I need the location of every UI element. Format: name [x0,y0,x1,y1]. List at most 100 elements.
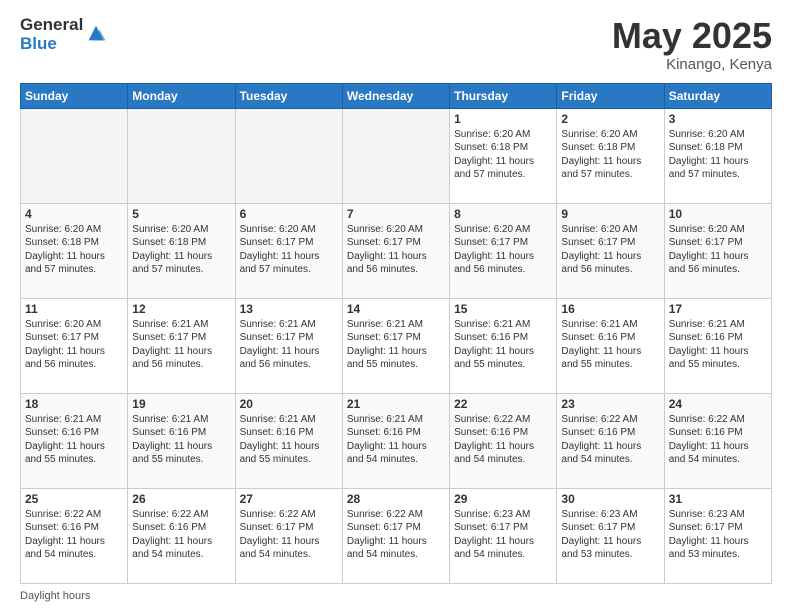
calendar-cell: 15 Sunrise: 6:21 AMSunset: 6:16 PMDayligh… [450,298,557,393]
logo-blue: Blue [20,35,83,54]
col-wednesday: Wednesday [342,83,449,108]
calendar-cell: 4 Sunrise: 6:20 AMSunset: 6:18 PMDaylight… [21,203,128,298]
calendar-cell [128,108,235,203]
day-number: 15 [454,302,552,316]
day-info: Sunrise: 6:21 AMSunset: 6:16 PMDaylight:… [561,318,659,372]
calendar-cell: 16Sunrise: 6:21 AMSunset: 6:16 PMDayligh… [557,298,664,393]
logo-general: General [20,16,83,35]
calendar-cell: 6 Sunrise: 6:20 AMSunset: 6:17 PMDaylight… [235,203,342,298]
day-number: 13 [240,302,338,316]
col-thursday: Thursday [450,83,557,108]
day-info: Sunrise: 6:20 AMSunset: 6:17 PMDaylight:… [347,223,445,277]
calendar-table: Sunday Monday Tuesday Wednesday Thursday… [20,83,772,584]
day-info: Sunrise: 6:22 AMSunset: 6:17 PMDaylight:… [240,508,338,562]
day-info: Sunrise: 6:20 AMSunset: 6:18 PMDaylight:… [561,128,659,182]
calendar-cell: 11 Sunrise: 6:20 AMSunset: 6:17 PMDayligh… [21,298,128,393]
day-number: 24 [669,397,767,411]
calendar-week-5: 25 Sunrise: 6:22 AMSunset: 6:16 PMDayligh… [21,488,772,583]
col-tuesday: Tuesday [235,83,342,108]
day-info: Sunrise: 6:20 AMSunset: 6:18 PMDaylight:… [454,128,552,182]
day-info: Sunrise: 6:21 AMSunset: 6:16 PMDaylight:… [454,318,552,372]
day-info: Sunrise: 6:21 AMSunset: 6:16 PMDaylight:… [240,413,338,467]
day-info: Sunrise: 6:21 AMSunset: 6:16 PMDaylight:… [25,413,123,467]
day-number: 7 [347,207,445,221]
calendar-cell: 26Sunrise: 6:22 AMSunset: 6:16 PMDayligh… [128,488,235,583]
calendar-cell: 1Sunrise: 6:20 AMSunset: 6:18 PMDaylight… [450,108,557,203]
col-sunday: Sunday [21,83,128,108]
day-info: Sunrise: 6:22 AMSunset: 6:16 PMDaylight:… [454,413,552,467]
day-info: Sunrise: 6:23 AMSunset: 6:17 PMDaylight:… [454,508,552,562]
day-info: Sunrise: 6:21 AMSunset: 6:17 PMDaylight:… [347,318,445,372]
calendar-cell: 8Sunrise: 6:20 AMSunset: 6:17 PMDaylight… [450,203,557,298]
calendar-cell [235,108,342,203]
day-number: 2 [561,112,659,126]
day-info: Sunrise: 6:21 AMSunset: 6:16 PMDaylight:… [132,413,230,467]
calendar-cell: 12 Sunrise: 6:21 AMSunset: 6:17 PMDayligh… [128,298,235,393]
day-number: 12 [132,302,230,316]
calendar-body: 1Sunrise: 6:20 AMSunset: 6:18 PMDaylight… [21,108,772,583]
day-info: Sunrise: 6:22 AMSunset: 6:16 PMDaylight:… [25,508,123,562]
day-info: Sunrise: 6:20 AMSunset: 6:18 PMDaylight:… [132,223,230,277]
day-info: Sunrise: 6:20 AMSunset: 6:17 PMDaylight:… [25,318,123,372]
calendar-cell [342,108,449,203]
day-info: Sunrise: 6:23 AMSunset: 6:17 PMDaylight:… [669,508,767,562]
day-number: 21 [347,397,445,411]
calendar-cell: 9 Sunrise: 6:20 AMSunset: 6:17 PMDaylight… [557,203,664,298]
day-number: 4 [25,207,123,221]
calendar-cell: 24 Sunrise: 6:22 AMSunset: 6:16 PMDayligh… [664,393,771,488]
day-number: 23 [561,397,659,411]
day-number: 19 [132,397,230,411]
day-number: 26 [132,492,230,506]
day-number: 25 [25,492,123,506]
day-info: Sunrise: 6:20 AMSunset: 6:18 PMDaylight:… [25,223,123,277]
day-number: 27 [240,492,338,506]
calendar-cell: 10Sunrise: 6:20 AMSunset: 6:17 PMDayligh… [664,203,771,298]
footer-note: Daylight hours [20,590,772,602]
day-number: 8 [454,207,552,221]
page: General Blue May 2025 Kinango, Kenya Sun… [0,0,792,612]
logo-icon [85,22,107,44]
calendar-cell: 31Sunrise: 6:23 AMSunset: 6:17 PMDayligh… [664,488,771,583]
day-number: 17 [669,302,767,316]
logo-text: General Blue [20,16,83,53]
calendar-cell: 3Sunrise: 6:20 AMSunset: 6:18 PMDaylight… [664,108,771,203]
calendar-cell: 29Sunrise: 6:23 AMSunset: 6:17 PMDayligh… [450,488,557,583]
day-info: Sunrise: 6:22 AMSunset: 6:16 PMDaylight:… [669,413,767,467]
title-block: May 2025 Kinango, Kenya [612,16,772,73]
day-number: 6 [240,207,338,221]
calendar-cell: 27 Sunrise: 6:22 AMSunset: 6:17 PMDayligh… [235,488,342,583]
day-number: 30 [561,492,659,506]
calendar-cell: 5Sunrise: 6:20 AMSunset: 6:18 PMDaylight… [128,203,235,298]
col-monday: Monday [128,83,235,108]
calendar-cell: 19 Sunrise: 6:21 AMSunset: 6:16 PMDayligh… [128,393,235,488]
col-friday: Friday [557,83,664,108]
day-number: 9 [561,207,659,221]
title-location: Kinango, Kenya [612,56,772,73]
calendar-cell: 18 Sunrise: 6:21 AMSunset: 6:16 PMDayligh… [21,393,128,488]
calendar-cell [21,108,128,203]
day-number: 3 [669,112,767,126]
calendar-cell: 23Sunrise: 6:22 AMSunset: 6:16 PMDayligh… [557,393,664,488]
day-number: 28 [347,492,445,506]
day-info: Sunrise: 6:21 AMSunset: 6:17 PMDaylight:… [132,318,230,372]
daylight-label: Daylight hours [20,590,90,602]
calendar-week-1: 1Sunrise: 6:20 AMSunset: 6:18 PMDaylight… [21,108,772,203]
day-info: Sunrise: 6:20 AMSunset: 6:17 PMDaylight:… [561,223,659,277]
calendar-cell: 30Sunrise: 6:23 AMSunset: 6:17 PMDayligh… [557,488,664,583]
day-number: 18 [25,397,123,411]
calendar-cell: 13Sunrise: 6:21 AMSunset: 6:17 PMDayligh… [235,298,342,393]
calendar-cell: 21Sunrise: 6:21 AMSunset: 6:16 PMDayligh… [342,393,449,488]
day-number: 22 [454,397,552,411]
day-info: Sunrise: 6:20 AMSunset: 6:17 PMDaylight:… [240,223,338,277]
calendar-week-4: 18 Sunrise: 6:21 AMSunset: 6:16 PMDayligh… [21,393,772,488]
day-info: Sunrise: 6:22 AMSunset: 6:17 PMDaylight:… [347,508,445,562]
header: General Blue May 2025 Kinango, Kenya [20,16,772,73]
calendar-cell: 22 Sunrise: 6:22 AMSunset: 6:16 PMDayligh… [450,393,557,488]
calendar-week-3: 11 Sunrise: 6:20 AMSunset: 6:17 PMDayligh… [21,298,772,393]
day-info: Sunrise: 6:21 AMSunset: 6:16 PMDaylight:… [669,318,767,372]
calendar-week-2: 4 Sunrise: 6:20 AMSunset: 6:18 PMDaylight… [21,203,772,298]
calendar-cell: 14Sunrise: 6:21 AMSunset: 6:17 PMDayligh… [342,298,449,393]
calendar-header-row: Sunday Monday Tuesday Wednesday Thursday… [21,83,772,108]
day-number: 11 [25,302,123,316]
calendar-cell: 17 Sunrise: 6:21 AMSunset: 6:16 PMDayligh… [664,298,771,393]
